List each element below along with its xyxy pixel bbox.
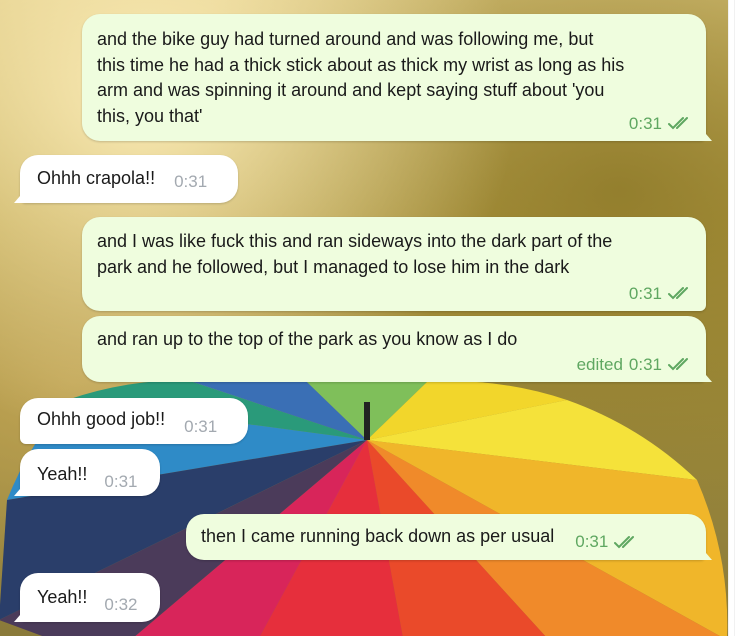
message-bubble-incoming[interactable]: Ohhh crapola!! 0:31 [14,155,238,203]
message-bubble-incoming[interactable]: Yeah!! 0:31 [14,449,160,496]
double-check-icon [668,357,694,371]
message-time: 0:31 [628,354,662,374]
message-meta: 0:31 [629,281,694,307]
message-text: and the bike guy had turned around and w… [97,29,625,126]
message-time: 0:31 [628,113,662,133]
message-text: Yeah!! [37,587,88,607]
message-text: then I came running back down as per usu… [201,526,555,546]
message-text: Ohhh good job!! [37,409,166,429]
double-check-icon [614,535,640,549]
message-text: Ohhh crapola!! [37,168,156,188]
message-text: Yeah!! [37,464,88,484]
message-time: 0:31 [575,532,609,551]
message-time: 0:31 [628,283,662,303]
message-bubble-outgoing[interactable]: and the bike guy had turned around and w… [82,14,712,141]
message-meta: edited 0:31 [577,352,694,378]
message-bubble-incoming[interactable]: Ohhh good job!! 0:31 [20,398,248,444]
message-bubble-outgoing[interactable]: and ran up to the top of the park as you… [82,316,712,382]
message-bubble-incoming[interactable]: Yeah!! 0:32 [14,573,160,622]
message-bubble-outgoing[interactable]: and I was like fuck this and ran sideway… [82,217,706,311]
double-check-icon [668,116,694,130]
message-time: 0:31 [104,472,138,491]
message-text: and I was like fuck this and ran sideway… [97,231,613,277]
message-meta: 0:31 [629,111,694,137]
message-text: and ran up to the top of the park as you… [97,329,518,349]
message-time: 0:32 [104,595,138,614]
message-bubble-outgoing[interactable]: then I came running back down as per usu… [186,514,712,560]
message-meta: 0:31 [575,529,640,555]
message-time: 0:31 [174,172,208,191]
scrollbar-thumb[interactable] [729,0,734,636]
edited-label: edited [576,354,623,374]
double-check-icon [668,286,694,300]
message-time: 0:31 [184,417,218,436]
